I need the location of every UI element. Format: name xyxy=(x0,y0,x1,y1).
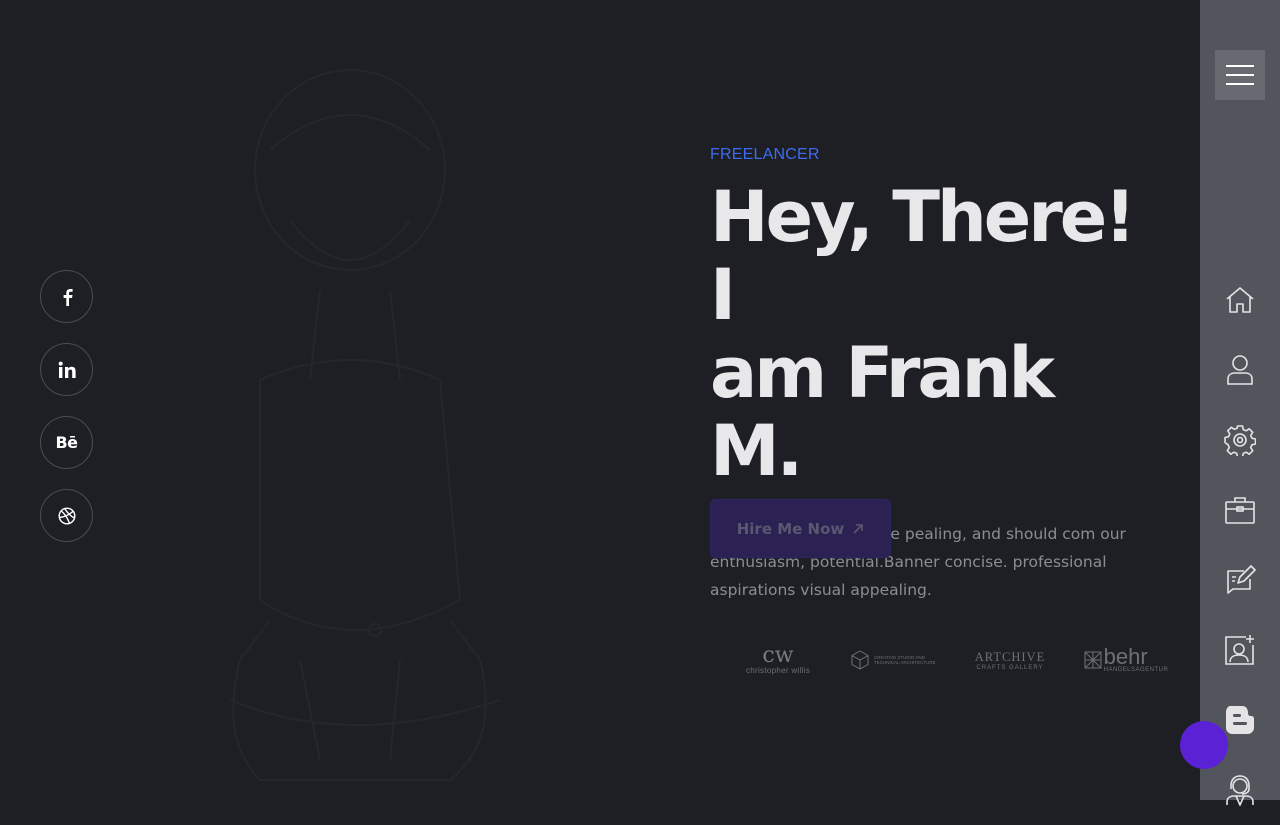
logo-behr-word: behr xyxy=(1103,644,1148,669)
eyebrow-label: FREELANCER xyxy=(710,146,820,163)
logo-artchive-title: ARTCHIVE xyxy=(974,649,1046,664)
nav-services[interactable] xyxy=(1200,405,1280,475)
logo-cube-text: CREATIVE STUDIO AND TECHNICAL ARCHITECTU… xyxy=(874,655,936,665)
home-icon xyxy=(1226,287,1254,313)
settings-icon xyxy=(1224,425,1256,456)
logo-behr: behr HANDELSAGENTUR xyxy=(1068,640,1184,680)
linkedin-icon xyxy=(58,361,76,378)
hero-title-line-2: am Frank M. xyxy=(710,332,1055,492)
hire-me-label: Hire Me Now xyxy=(736,519,845,538)
dribbble-button[interactable] xyxy=(40,489,93,542)
contact-card-icon xyxy=(1225,635,1254,665)
dribbble-icon xyxy=(57,506,76,525)
edit-icon xyxy=(1227,565,1256,594)
logo-christopher-willis: cw christopher willis xyxy=(720,640,836,680)
linkedin-button[interactable] xyxy=(40,343,93,396)
hamburger-menu-button[interactable] xyxy=(1215,50,1265,100)
user-icon xyxy=(1227,355,1253,385)
client-logos: cw christopher willis CREATIVE STUDIO AN… xyxy=(720,640,1184,680)
hamburger-icon xyxy=(1226,83,1254,85)
hamburger-icon xyxy=(1226,74,1254,76)
main-content: Bē FREELANCER Hey, There! I am Frank M. … xyxy=(0,0,1200,800)
nav-portfolio[interactable] xyxy=(1200,475,1280,545)
behr-logo-icon xyxy=(1084,651,1102,669)
cube-logo-icon xyxy=(851,650,869,670)
floating-action-button[interactable] xyxy=(1180,721,1228,769)
logo-cw-mark: cw xyxy=(762,642,794,668)
facebook-button[interactable] xyxy=(40,270,93,323)
blog-icon xyxy=(1226,706,1254,734)
behance-icon: Bē xyxy=(55,433,78,452)
right-sidebar xyxy=(1200,0,1280,806)
behance-button[interactable]: Bē xyxy=(40,416,93,469)
hero-title: Hey, There! I am Frank M. xyxy=(710,178,1150,490)
nav-resume[interactable] xyxy=(1200,545,1280,615)
nav-about[interactable] xyxy=(1200,335,1280,405)
logo-behr-sub: HANDELSAGENTUR xyxy=(1103,667,1169,673)
portrait-illustration xyxy=(229,69,501,781)
logo-artchive: ARTCHIVE CRAFTS GALLERY xyxy=(952,640,1068,680)
support-icon xyxy=(1226,775,1254,806)
arrow-up-right-icon xyxy=(853,523,864,534)
logo-artchive-sub: CRAFTS GALLERY xyxy=(976,664,1044,671)
nav-home[interactable] xyxy=(1200,265,1280,335)
hamburger-icon xyxy=(1226,65,1254,67)
briefcase-icon xyxy=(1225,497,1255,524)
hire-me-button[interactable]: Hire Me Now xyxy=(710,499,891,558)
facebook-icon xyxy=(63,288,73,306)
social-links: Bē xyxy=(40,270,93,542)
logo-creative-studio: CREATIVE STUDIO AND TECHNICAL ARCHITECTU… xyxy=(836,640,952,680)
nav-contact[interactable] xyxy=(1200,615,1280,685)
logo-cw-name: christopher willis xyxy=(745,665,811,675)
hero-title-line-1: Hey, There! I xyxy=(710,176,1136,336)
